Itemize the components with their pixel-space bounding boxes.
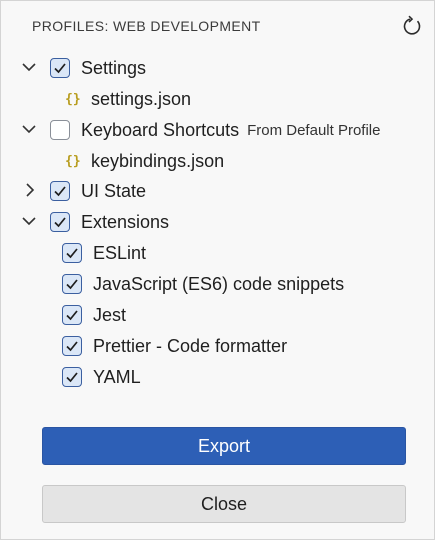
chevron-down-icon[interactable]	[21, 59, 37, 75]
extension-item-prettier: Prettier - Code formatter	[62, 333, 287, 359]
checkmark-icon	[54, 186, 66, 197]
checkmark-icon	[66, 279, 78, 290]
chevron-down-icon[interactable]	[21, 213, 37, 229]
extension-item-jest: Jest	[62, 302, 126, 328]
json-braces-icon: {}	[65, 153, 81, 169]
jest-checkbox[interactable]	[62, 305, 82, 325]
eslint-checkbox[interactable]	[62, 243, 82, 263]
tree-item-keyboard-shortcuts: Keyboard Shortcuts From Default Profile	[50, 117, 380, 143]
eslint-label: ESLint	[93, 242, 147, 263]
settings-label: Settings	[81, 57, 147, 78]
keyboard-shortcuts-checkbox[interactable]	[50, 120, 70, 140]
extensions-label: Extensions	[81, 211, 170, 232]
checkmark-icon	[66, 310, 78, 321]
extension-item-eslint: ESLint	[62, 240, 146, 266]
json-braces-icon: {}	[65, 91, 81, 107]
checkmark-icon	[66, 248, 78, 259]
js-snippets-checkbox[interactable]	[62, 274, 82, 294]
keybindings-json-label: keybindings.json	[91, 150, 225, 171]
ui-state-checkbox[interactable]	[50, 181, 70, 201]
keyboard-shortcuts-label: Keyboard Shortcuts	[81, 119, 240, 140]
panel-title: PROFILES: WEB DEVELOPMENT	[32, 18, 261, 34]
tree-item-extensions: Extensions	[50, 209, 169, 235]
checkmark-icon	[66, 341, 78, 352]
tree-item-settings-json[interactable]: {} settings.json	[65, 86, 191, 112]
checkmark-icon	[54, 63, 66, 74]
yaml-checkbox[interactable]	[62, 367, 82, 387]
tree-item-settings: Settings	[50, 55, 146, 81]
profile-export-panel: PROFILES: WEB DEVELOPMENT Settings {} se…	[0, 0, 435, 540]
tree-item-keybindings-json[interactable]: {} keybindings.json	[65, 148, 224, 174]
extensions-checkbox[interactable]	[50, 212, 70, 232]
yaml-label: YAML	[93, 366, 141, 387]
tree-item-ui-state: UI State	[50, 178, 146, 204]
jest-label: Jest	[93, 304, 127, 325]
checkmark-icon	[54, 217, 66, 228]
chevron-right-icon[interactable]	[22, 182, 38, 198]
extension-item-yaml: YAML	[62, 364, 141, 390]
js-snippets-label: JavaScript (ES6) code snippets	[93, 273, 345, 294]
export-button[interactable]: Export	[42, 427, 406, 465]
settings-json-label: settings.json	[91, 88, 192, 109]
ui-state-label: UI State	[81, 180, 147, 201]
keyboard-shortcuts-description: From Default Profile	[247, 121, 381, 139]
checkmark-icon	[66, 372, 78, 383]
prettier-checkbox[interactable]	[62, 336, 82, 356]
chevron-down-icon[interactable]	[21, 121, 37, 137]
settings-checkbox[interactable]	[50, 58, 70, 78]
refresh-icon[interactable]	[401, 15, 423, 37]
close-button[interactable]: Close	[42, 485, 406, 523]
prettier-label: Prettier - Code formatter	[93, 335, 288, 356]
extension-item-js-snippets: JavaScript (ES6) code snippets	[62, 271, 344, 297]
